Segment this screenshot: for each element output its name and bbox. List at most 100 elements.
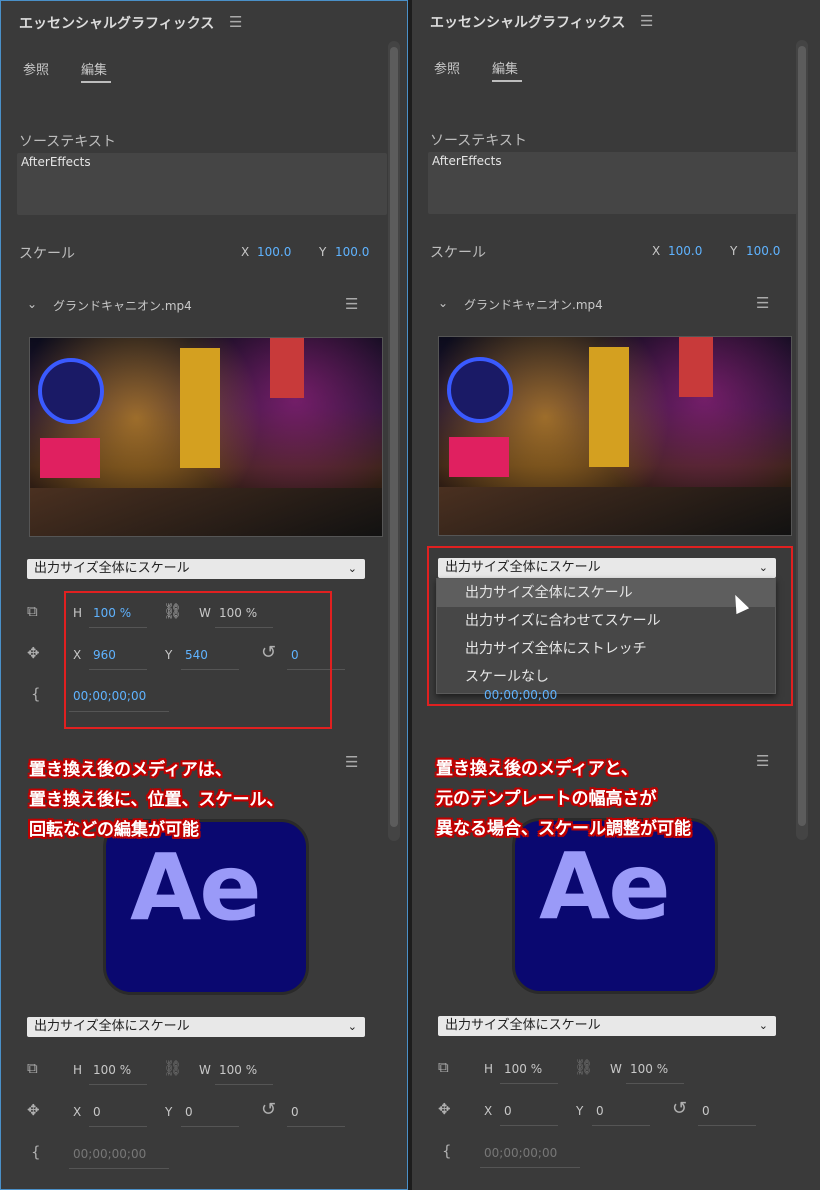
height-underline: [89, 1084, 147, 1085]
width-label: W: [610, 1062, 622, 1076]
media2-menu-icon[interactable]: ☰: [756, 752, 769, 770]
scale-label: スケール: [430, 245, 486, 261]
rotation-value[interactable]: 0: [291, 1105, 299, 1119]
width-underline: [626, 1083, 684, 1084]
scale-x-value[interactable]: 100.0: [668, 244, 702, 258]
ae-thumbnail[interactable]: Ae: [103, 819, 309, 995]
scale-icon: ⧉: [27, 602, 38, 620]
essential-graphics-panel-left: エッセンシャルグラフィックス ☰ 参照 編集 ソーステキスト AfterEffe…: [0, 0, 408, 1190]
timecode-value[interactable]: 00;00;00;00: [73, 1147, 146, 1161]
tab-browse[interactable]: 参照: [434, 58, 460, 77]
scale-icon: ⧉: [27, 1059, 38, 1077]
panel-menu-icon[interactable]: ☰: [229, 13, 242, 31]
ae-logo-text: Ae: [539, 833, 671, 940]
caption-line-3: 回転などの編集が可能: [29, 820, 199, 840]
dropdown-value: 出力サイズ全体にスケール: [34, 561, 190, 576]
scrollbar-thumb[interactable]: [390, 47, 398, 827]
scrollbar-thumb[interactable]: [798, 46, 806, 826]
media-thumbnail[interactable]: [438, 336, 792, 536]
rotation-underline: [698, 1125, 756, 1126]
position-move-icon: ✥: [27, 1101, 40, 1119]
source-text-field[interactable]: AfterEffects: [428, 152, 798, 214]
position-x-value[interactable]: 0: [504, 1104, 512, 1118]
timecode-brace-icon: {: [31, 685, 41, 703]
scale-icon: ⧉: [438, 1058, 449, 1076]
scale-y-value[interactable]: 100.0: [746, 244, 780, 258]
chevron-down-icon: ⌄: [347, 1020, 357, 1033]
media-menu-icon[interactable]: ☰: [345, 295, 358, 313]
height-label: H: [73, 1063, 83, 1077]
rotation-underline: [287, 1126, 345, 1127]
width-value[interactable]: 100 %: [630, 1062, 668, 1076]
position-move-icon: ✥: [438, 1100, 451, 1118]
scale-y-label: Y: [319, 245, 327, 259]
position-x-label: X: [484, 1104, 493, 1118]
highlight-box: [427, 546, 793, 706]
source-text-value: AfterEffects: [21, 155, 91, 169]
tab-edit-underline: [81, 81, 111, 83]
rotation-icon: ↺: [261, 1099, 277, 1120]
scale-mode-dropdown[interactable]: 出力サイズ全体にスケール ⌄: [27, 559, 365, 579]
caption-line-2: 元のテンプレートの幅高さが: [436, 789, 657, 809]
position-move-icon: ✥: [27, 644, 40, 662]
timecode-underline: [480, 1167, 580, 1168]
position-x-label: X: [73, 1105, 82, 1119]
scrollbar[interactable]: [388, 41, 400, 841]
panel-title: エッセンシャルグラフィックス: [19, 16, 215, 32]
caption-line-1: 置き換え後のメディアと、: [436, 759, 638, 779]
height-label: H: [484, 1062, 494, 1076]
tab-edit-underline: [492, 80, 522, 82]
position-y-label: Y: [576, 1104, 584, 1118]
caption-line-1: 置き換え後のメディアは、: [29, 760, 232, 780]
scale-x-value[interactable]: 100.0: [257, 245, 291, 259]
timecode-underline: [69, 1168, 169, 1169]
caption-line-2: 置き換え後に、位置、スケール、: [29, 790, 284, 810]
chevron-down-icon: ⌄: [347, 562, 357, 575]
width-value[interactable]: 100 %: [219, 1063, 257, 1077]
media-menu-icon[interactable]: ☰: [756, 294, 769, 312]
position-y-underline: [181, 1126, 239, 1127]
position-y-label: Y: [165, 1105, 173, 1119]
timecode-value[interactable]: 00;00;00;00: [484, 1146, 557, 1160]
timecode-brace-icon: {: [442, 1142, 452, 1160]
dropdown-value: 出力サイズ全体にスケール: [445, 1018, 601, 1033]
height-value[interactable]: 100 %: [504, 1062, 542, 1076]
collapse-chevron-icon[interactable]: ⌄: [27, 297, 37, 311]
source-text-value: AfterEffects: [432, 154, 502, 168]
tab-browse[interactable]: 参照: [23, 59, 49, 78]
media2-menu-icon[interactable]: ☰: [345, 753, 358, 771]
position-x-underline: [500, 1125, 558, 1126]
unlink-icon[interactable]: ⛓: [574, 1058, 593, 1076]
collapse-chevron-icon[interactable]: ⌄: [438, 296, 448, 310]
source-text-label: ソーステキスト: [19, 134, 116, 150]
scale-x-label: X: [241, 245, 250, 259]
tab-edit[interactable]: 編集: [492, 58, 518, 77]
rotation-value[interactable]: 0: [702, 1104, 710, 1118]
width-underline: [215, 1084, 273, 1085]
position-y-value[interactable]: 0: [596, 1104, 604, 1118]
ae-thumbnail[interactable]: Ae: [512, 818, 718, 994]
source-text-field[interactable]: AfterEffects: [17, 153, 387, 215]
tab-edit[interactable]: 編集: [81, 59, 107, 78]
media-thumbnail[interactable]: [29, 337, 383, 537]
unlink-icon[interactable]: ⛓: [163, 1059, 182, 1077]
ae-logo-text: Ae: [130, 834, 262, 941]
highlight-box: [64, 591, 332, 729]
height-underline: [500, 1083, 558, 1084]
scale-mode-dropdown-2[interactable]: 出力サイズ全体にスケール ⌄: [438, 1016, 776, 1036]
chevron-down-icon: ⌄: [758, 1019, 768, 1032]
position-x-value[interactable]: 0: [93, 1105, 101, 1119]
media-name: グランドキャニオン.mp4: [53, 299, 192, 313]
position-y-underline: [592, 1125, 650, 1126]
scale-mode-dropdown-2[interactable]: 出力サイズ全体にスケール ⌄: [27, 1017, 365, 1037]
panel-menu-icon[interactable]: ☰: [640, 12, 653, 30]
scale-y-value[interactable]: 100.0: [335, 245, 369, 259]
scale-y-label: Y: [730, 244, 738, 258]
dropdown-value: 出力サイズ全体にスケール: [34, 1019, 190, 1034]
position-y-value[interactable]: 0: [185, 1105, 193, 1119]
scale-label: スケール: [19, 246, 75, 262]
media-name: グランドキャニオン.mp4: [464, 298, 603, 312]
width-label: W: [199, 1063, 211, 1077]
height-value[interactable]: 100 %: [93, 1063, 131, 1077]
panel-title: エッセンシャルグラフィックス: [430, 15, 626, 31]
